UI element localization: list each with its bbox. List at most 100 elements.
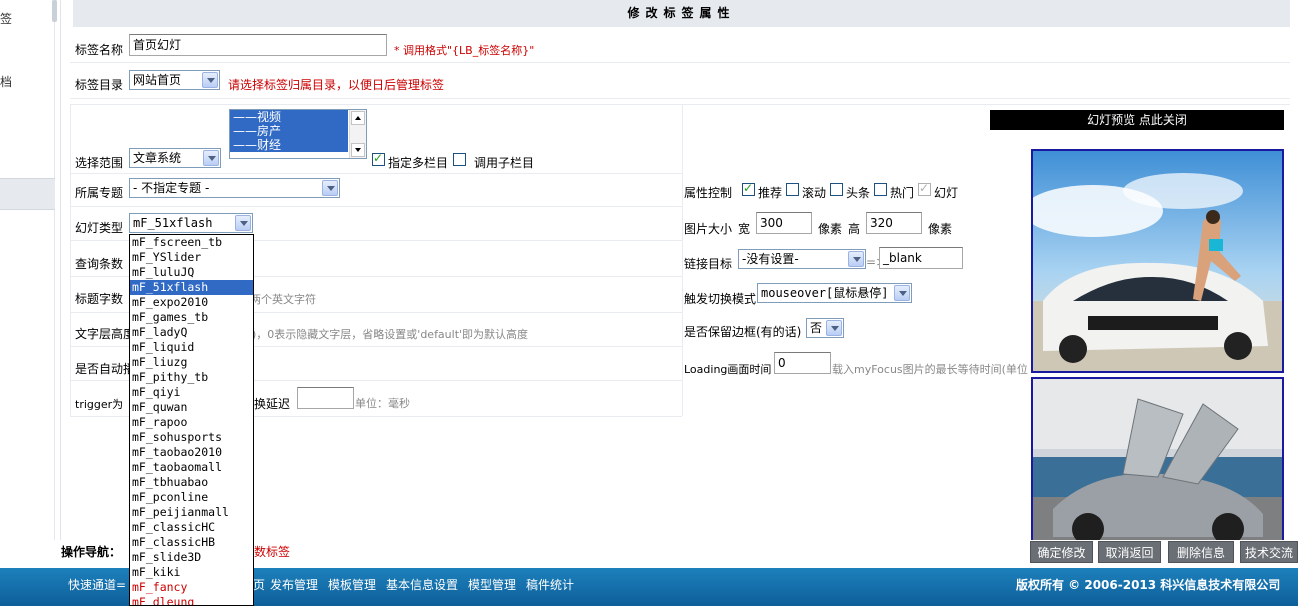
flash-type-option[interactable]: mF_YSlider bbox=[130, 250, 253, 265]
flash-type-option[interactable]: mF_pconline bbox=[130, 490, 253, 505]
scroll-down-icon[interactable] bbox=[351, 143, 365, 157]
tag-name-input[interactable]: 首页幻灯 bbox=[129, 34, 387, 56]
footer-link-model[interactable]: 模型管理 bbox=[468, 576, 516, 593]
dir-select[interactable]: 网站首页 bbox=[129, 70, 220, 90]
footer-link-stats[interactable]: 稿件统计 bbox=[526, 576, 574, 593]
attr-headline-label: 头条 bbox=[846, 186, 871, 200]
delay-input[interactable] bbox=[297, 387, 354, 409]
chevron-down-icon bbox=[848, 251, 864, 267]
preview-image-car-beach bbox=[1031, 149, 1284, 373]
flash-type-option[interactable]: mF_taobaomall bbox=[130, 460, 253, 475]
nav-partial-link[interactable]: 数标签 bbox=[254, 543, 290, 560]
preview-toggle[interactable]: 幻灯预览 点此关闭 bbox=[990, 110, 1284, 130]
flash-type-option[interactable]: mF_dleung bbox=[130, 595, 253, 605]
text-height-hint: )，0表示隐藏文字层，省略设置或'default'即为默认高度 bbox=[252, 328, 529, 341]
flash-type-option[interactable]: mF_fscreen_tb bbox=[130, 235, 253, 250]
footer-quick-label: 快速通道= bbox=[68, 578, 127, 592]
height-input[interactable]: 320 bbox=[866, 212, 922, 234]
form-title: 修改标签属性 bbox=[73, 0, 1290, 27]
flash-type-option[interactable]: mF_luluJQ bbox=[130, 265, 253, 280]
link-label: 链接目标 bbox=[684, 257, 733, 271]
column-option[interactable]: ——视频 bbox=[230, 110, 348, 124]
border-select-value: 否 bbox=[810, 321, 823, 335]
flash-type-option[interactable]: mF_liuzg bbox=[130, 355, 253, 370]
delete-button[interactable]: 删除信息 bbox=[1168, 541, 1234, 563]
name-hint: * 调用格式"{LB_标签名称}" bbox=[394, 44, 535, 57]
flash-type-option[interactable]: mF_liquid bbox=[130, 340, 253, 355]
column-divider bbox=[682, 104, 683, 416]
border-select[interactable]: 否 bbox=[806, 318, 844, 338]
flash-type-option[interactable]: mF_games_tb bbox=[130, 310, 253, 325]
chevron-down-icon bbox=[322, 180, 338, 196]
chevron-down-icon bbox=[894, 285, 910, 301]
attr-hot-checkbox[interactable] bbox=[874, 183, 887, 196]
footer-link-basic[interactable]: 基本信息设置 bbox=[386, 576, 458, 593]
listbox-scrollbar[interactable] bbox=[349, 110, 366, 158]
column-multiselect[interactable]: ——视频 ——房产 ——财经 bbox=[229, 109, 367, 159]
sub-column-checkbox[interactable] bbox=[453, 153, 466, 166]
cancel-button[interactable]: 取消返回 bbox=[1098, 541, 1161, 563]
trigger-mode-label: 触发切换模式 bbox=[684, 292, 757, 306]
flash-type-option[interactable]: mF_taobao2010 bbox=[130, 445, 253, 460]
loading-input[interactable]: 0 bbox=[774, 352, 831, 374]
left-nav-scrollbar[interactable] bbox=[52, 0, 57, 22]
trigger-mode-select[interactable]: mouseover[鼠标悬停] bbox=[757, 283, 912, 303]
flash-type-option[interactable]: mF_sohusports bbox=[130, 430, 253, 445]
loading-hint: 载入myFocus图片的最长等待时间(单位 bbox=[832, 363, 1028, 376]
flash-type-option[interactable]: mF_fancy bbox=[130, 580, 253, 595]
loading-label: Loading画面时间 bbox=[684, 363, 772, 376]
width-input[interactable]: 300 bbox=[756, 212, 812, 234]
footer-link-publish[interactable]: 发布管理 bbox=[270, 576, 318, 593]
attr-label: 属性控制 bbox=[684, 186, 733, 200]
left-nav-item[interactable]: 档 bbox=[0, 73, 12, 90]
flash-type-select[interactable]: mF_51xflash bbox=[129, 213, 253, 233]
flash-type-option[interactable]: mF_tbhuabao bbox=[130, 475, 253, 490]
attr-scroll-checkbox[interactable] bbox=[786, 183, 799, 196]
scroll-up-icon[interactable] bbox=[351, 111, 365, 125]
footer-link-template[interactable]: 模板管理 bbox=[328, 576, 376, 593]
scope-select-value: 文章系统 bbox=[133, 151, 182, 165]
footer-link[interactable]: 页 bbox=[253, 576, 265, 593]
tech-button[interactable]: 技术交流 bbox=[1240, 541, 1298, 563]
trigger-mode-value: mouseover[鼠标悬停] bbox=[761, 286, 889, 300]
flash-type-dropdown-list[interactable]: mF_fscreen_tb mF_YSlider mF_luluJQ mF_51xfl… bbox=[129, 234, 254, 606]
attr-headline-checkbox[interactable] bbox=[830, 183, 843, 196]
column-option[interactable]: ——财经 bbox=[230, 138, 348, 152]
flash-type-option[interactable]: mF_rapoo bbox=[130, 415, 253, 430]
column-divider bbox=[70, 104, 71, 416]
flash-type-option[interactable]: mF_peijianmall bbox=[130, 505, 253, 520]
chevron-down-icon bbox=[203, 150, 219, 166]
multi-column-checkbox[interactable] bbox=[372, 151, 385, 166]
flash-type-option[interactable]: mF_slide3D bbox=[130, 550, 253, 565]
attr-recommend-label: 推荐 bbox=[758, 186, 783, 200]
flash-type-option[interactable]: mF_kiki bbox=[130, 565, 253, 580]
attr-slide-checkbox bbox=[918, 181, 931, 196]
preview-image-1 bbox=[1033, 151, 1282, 371]
chevron-down-icon bbox=[826, 320, 842, 336]
row-divider bbox=[70, 206, 682, 207]
confirm-button[interactable]: 确定修改 bbox=[1030, 541, 1093, 563]
flash-type-option[interactable]: mF_51xflash bbox=[130, 280, 253, 295]
dir-hint: 请选择标签归属目录，以便日后管理标签 bbox=[228, 78, 445, 92]
flash-type-option[interactable]: mF_qiyi bbox=[130, 385, 253, 400]
border-label: 是否保留边框(有的话) bbox=[684, 325, 802, 339]
flash-type-option[interactable]: mF_pithy_tb bbox=[130, 370, 253, 385]
row-divider bbox=[70, 62, 1290, 63]
topic-select-value: - 不指定专题 - bbox=[133, 181, 210, 195]
link-select[interactable]: -没有设置- bbox=[738, 249, 866, 269]
flash-type-option[interactable]: mF_classicHC bbox=[130, 520, 253, 535]
title-chars-label: 标题字数 bbox=[75, 292, 124, 306]
scope-select[interactable]: 文章系统 bbox=[129, 148, 221, 168]
flash-type-option[interactable]: mF_ladyQ bbox=[130, 325, 253, 340]
left-nav-selected-item[interactable] bbox=[0, 178, 55, 210]
flash-type-option[interactable]: mF_quwan bbox=[130, 400, 253, 415]
attr-recommend-checkbox[interactable] bbox=[742, 181, 755, 196]
topic-select[interactable]: - 不指定专题 - bbox=[129, 178, 340, 198]
link-target-input[interactable]: _blank bbox=[879, 247, 963, 269]
size-height-unit: 像素 bbox=[928, 222, 953, 236]
attr-hot-label: 热门 bbox=[890, 186, 915, 200]
flash-type-option[interactable]: mF_expo2010 bbox=[130, 295, 253, 310]
column-option[interactable]: ——房产 bbox=[230, 124, 348, 138]
flash-type-option[interactable]: mF_classicHB bbox=[130, 535, 253, 550]
left-nav-item[interactable]: 签 bbox=[0, 10, 12, 27]
